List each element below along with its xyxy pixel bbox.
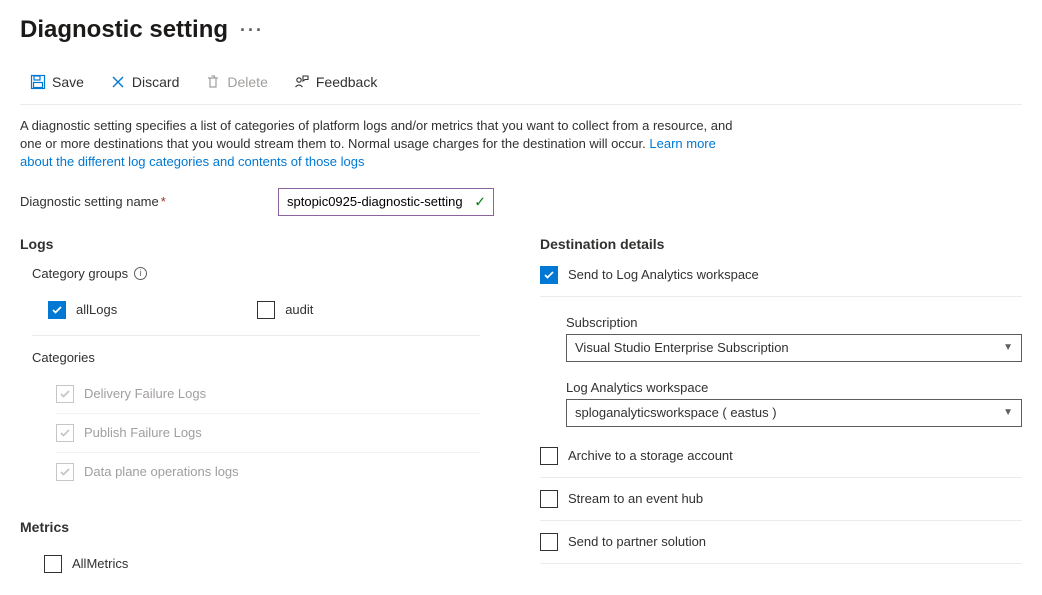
save-icon [30,74,46,90]
feedback-button[interactable]: Feedback [284,68,387,96]
partner-checkbox[interactable] [540,533,558,551]
subscription-label: Subscription [566,315,1022,330]
person-feedback-icon [294,74,310,90]
workspace-label: Log Analytics workspace [566,380,1022,395]
storage-checkbox[interactable] [540,447,558,465]
publish-failure-checkbox [56,424,74,442]
data-plane-ops-checkbox [56,463,74,481]
description-text: A diagnostic setting specifies a list of… [20,117,740,172]
metrics-heading: Metrics [20,519,480,535]
category-label: Delivery Failure Logs [84,386,206,401]
info-icon[interactable]: i [134,267,147,280]
trash-icon [205,74,221,90]
discard-button[interactable]: Discard [100,68,189,96]
delete-button: Delete [195,68,277,96]
destination-heading: Destination details [540,236,1022,252]
workspace-select[interactable]: sploganalyticsworkspace ( eastus ) ▼ [566,399,1022,427]
toolbar: Save Discard Delete Feedback [20,68,1022,105]
audit-label: audit [285,302,313,317]
category-label: Publish Failure Logs [84,425,202,440]
categories-label: Categories [20,350,480,365]
alllogs-checkbox[interactable] [48,301,66,319]
setting-name-label: Diagnostic setting name* [20,194,270,209]
subscription-select[interactable]: Visual Studio Enterprise Subscription ▼ [566,334,1022,362]
chevron-down-icon: ▼ [1003,342,1013,353]
save-button[interactable]: Save [20,68,94,96]
eventhub-label: Stream to an event hub [568,491,703,506]
logs-heading: Logs [20,236,480,252]
chevron-down-icon: ▼ [1003,407,1013,418]
setting-name-input[interactable] [278,188,494,216]
log-analytics-checkbox[interactable] [540,266,558,284]
log-analytics-label: Send to Log Analytics workspace [568,267,759,282]
divider [32,335,480,336]
partner-label: Send to partner solution [568,534,706,549]
check-icon: ✓ [474,193,486,210]
storage-label: Archive to a storage account [568,448,733,463]
page-title: Diagnostic setting [20,16,228,44]
allmetrics-checkbox[interactable] [44,555,62,573]
category-label: Data plane operations logs [84,464,239,479]
alllogs-label: allLogs [76,302,117,317]
eventhub-checkbox[interactable] [540,490,558,508]
more-actions-button[interactable]: ··· [240,20,264,41]
close-icon [110,74,126,90]
allmetrics-label: AllMetrics [72,556,128,571]
delivery-failure-checkbox [56,385,74,403]
audit-checkbox[interactable] [257,301,275,319]
category-groups-label: Category groups i [20,266,480,281]
